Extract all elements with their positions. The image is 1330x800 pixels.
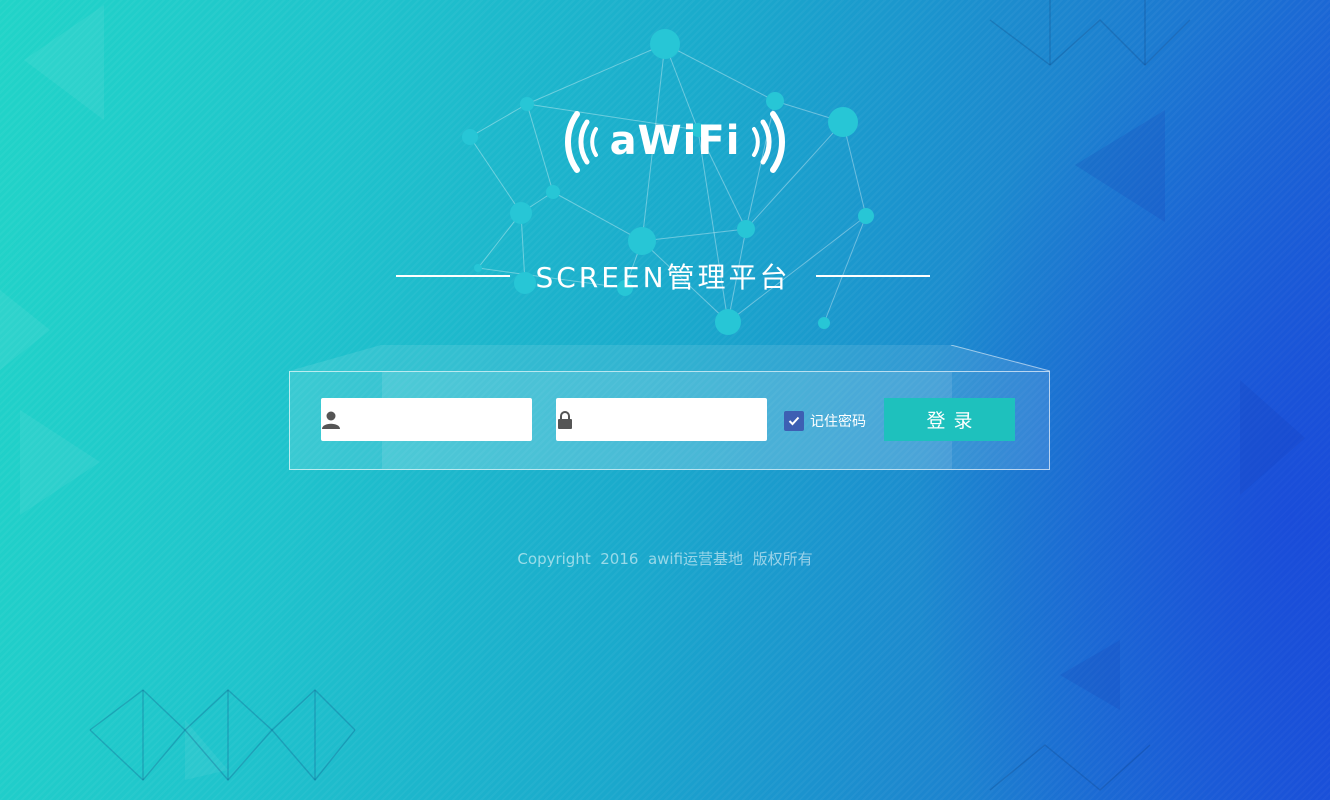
lock-icon (556, 398, 573, 441)
password-input[interactable] (573, 398, 767, 441)
username-field[interactable] (321, 398, 535, 441)
login-panel: 记住密码 登录 (289, 371, 1050, 470)
logo-text: aWiFi (609, 118, 741, 164)
panel-top-bevel (289, 345, 1050, 372)
network-graphic (462, 29, 874, 335)
page-title: SCREEN管理平台 (535, 261, 791, 294)
remember-password[interactable]: 记住密码 (784, 411, 866, 431)
awifi-logo: aWiFi (555, 100, 795, 184)
password-field[interactable] (556, 398, 767, 441)
divider-left (396, 275, 510, 277)
user-icon (321, 398, 341, 441)
copyright-text: Copyright 2016 awifi运营基地 版权所有 (517, 550, 813, 568)
divider-right (815, 275, 930, 277)
remember-label: 记住密码 (810, 414, 866, 430)
checkmark-icon (788, 416, 800, 426)
username-input[interactable] (341, 398, 535, 441)
remember-checkbox[interactable] (784, 411, 804, 431)
login-button[interactable]: 登录 (884, 398, 1015, 441)
subtitle-row: SCREEN管理平台 (396, 256, 930, 296)
